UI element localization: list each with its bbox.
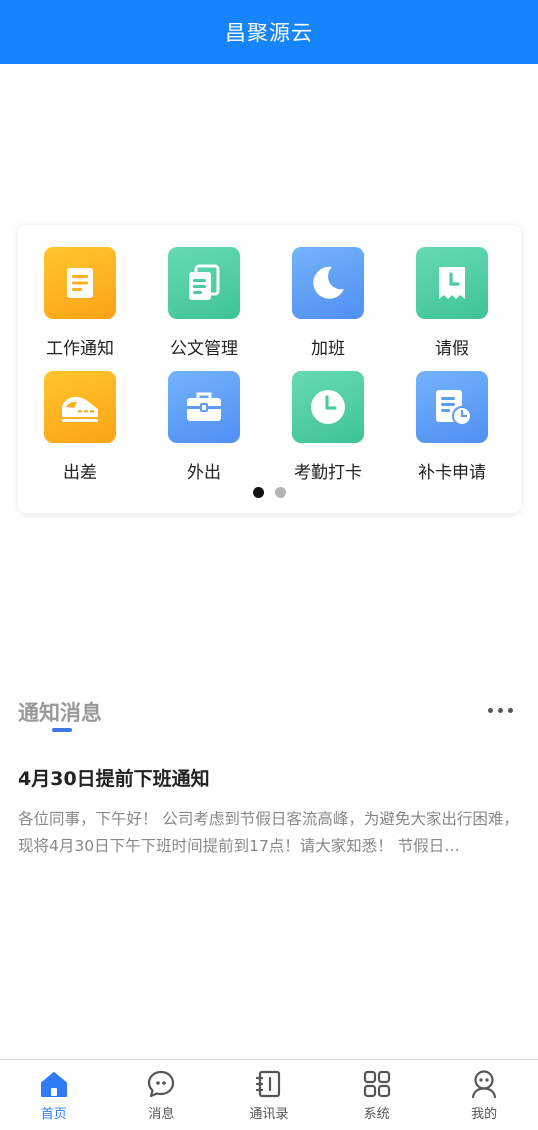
grid-item-label: 请假 bbox=[435, 339, 469, 359]
bottom-tab-bar: 首页 消息 通讯录 系统 我的 bbox=[0, 1059, 538, 1130]
tab-contacts[interactable]: 通讯录 bbox=[215, 1060, 323, 1130]
user-icon bbox=[472, 1070, 497, 1099]
grid-item-go-out[interactable]: 外出 bbox=[142, 371, 266, 489]
tab-label: 首页 bbox=[40, 1107, 67, 1122]
grid-item-document-management[interactable]: 公文管理 bbox=[142, 247, 266, 365]
grid-item-label: 外出 bbox=[187, 463, 221, 483]
tab-label: 通讯录 bbox=[249, 1107, 289, 1122]
grid-item-leave[interactable]: 请假 bbox=[390, 247, 514, 365]
tab-messages[interactable]: 消息 bbox=[108, 1060, 216, 1130]
moon-icon bbox=[292, 247, 364, 319]
function-grid-card: 工作通知 公文管理 加班 请假 出差 外出 考勤打卡 补卡申请 bbox=[18, 225, 521, 513]
grid-item-label: 考勤打卡 bbox=[294, 463, 362, 483]
notice-title[interactable]: 4月30日提前下班通知 bbox=[18, 764, 210, 791]
home-icon bbox=[40, 1072, 67, 1097]
documents-stack-icon bbox=[168, 247, 240, 319]
page-dot[interactable] bbox=[275, 487, 286, 498]
apps-grid-icon bbox=[363, 1070, 390, 1098]
tab-home[interactable]: 首页 bbox=[0, 1060, 108, 1130]
form-clock-icon bbox=[416, 371, 488, 443]
app-header: 昌聚源云 bbox=[0, 0, 538, 64]
address-book-icon bbox=[255, 1070, 281, 1098]
notices-heading-underline bbox=[52, 728, 72, 732]
train-icon bbox=[44, 371, 116, 443]
grid-item-overtime[interactable]: 加班 bbox=[266, 247, 390, 365]
grid-item-work-notice[interactable]: 工作通知 bbox=[18, 247, 142, 365]
notices-heading: 通知消息 bbox=[18, 701, 102, 725]
grid-item-label: 工作通知 bbox=[46, 339, 114, 359]
grid-item-label: 加班 bbox=[311, 339, 345, 359]
tab-system[interactable]: 系统 bbox=[323, 1060, 431, 1130]
more-options-icon[interactable] bbox=[488, 702, 520, 718]
document-icon bbox=[44, 247, 116, 319]
grid-item-clock-in-makeup[interactable]: 补卡申请 bbox=[390, 371, 514, 489]
grid-item-attendance[interactable]: 考勤打卡 bbox=[266, 371, 390, 489]
clock-icon bbox=[292, 371, 364, 443]
page-indicator bbox=[18, 487, 521, 498]
tab-mine[interactable]: 我的 bbox=[430, 1060, 538, 1130]
tab-label: 系统 bbox=[363, 1107, 390, 1122]
chat-icon bbox=[148, 1070, 175, 1098]
grid-item-label: 出差 bbox=[63, 463, 97, 483]
tab-label: 消息 bbox=[148, 1107, 175, 1122]
grid-item-label: 公文管理 bbox=[170, 339, 238, 359]
notice-summary[interactable]: 各位同事，下午好！ 公司考虑到节假日客流高峰，为避免大家出行困难，现将4月30日… bbox=[18, 806, 520, 862]
briefcase-icon bbox=[168, 371, 240, 443]
page-dot-active[interactable] bbox=[253, 487, 264, 498]
grid-item-label: 补卡申请 bbox=[418, 463, 486, 483]
page-title: 昌聚源云 bbox=[225, 21, 313, 45]
clock-receipt-icon bbox=[416, 247, 488, 319]
tab-label: 我的 bbox=[471, 1107, 498, 1122]
grid-item-business-trip[interactable]: 出差 bbox=[18, 371, 142, 489]
